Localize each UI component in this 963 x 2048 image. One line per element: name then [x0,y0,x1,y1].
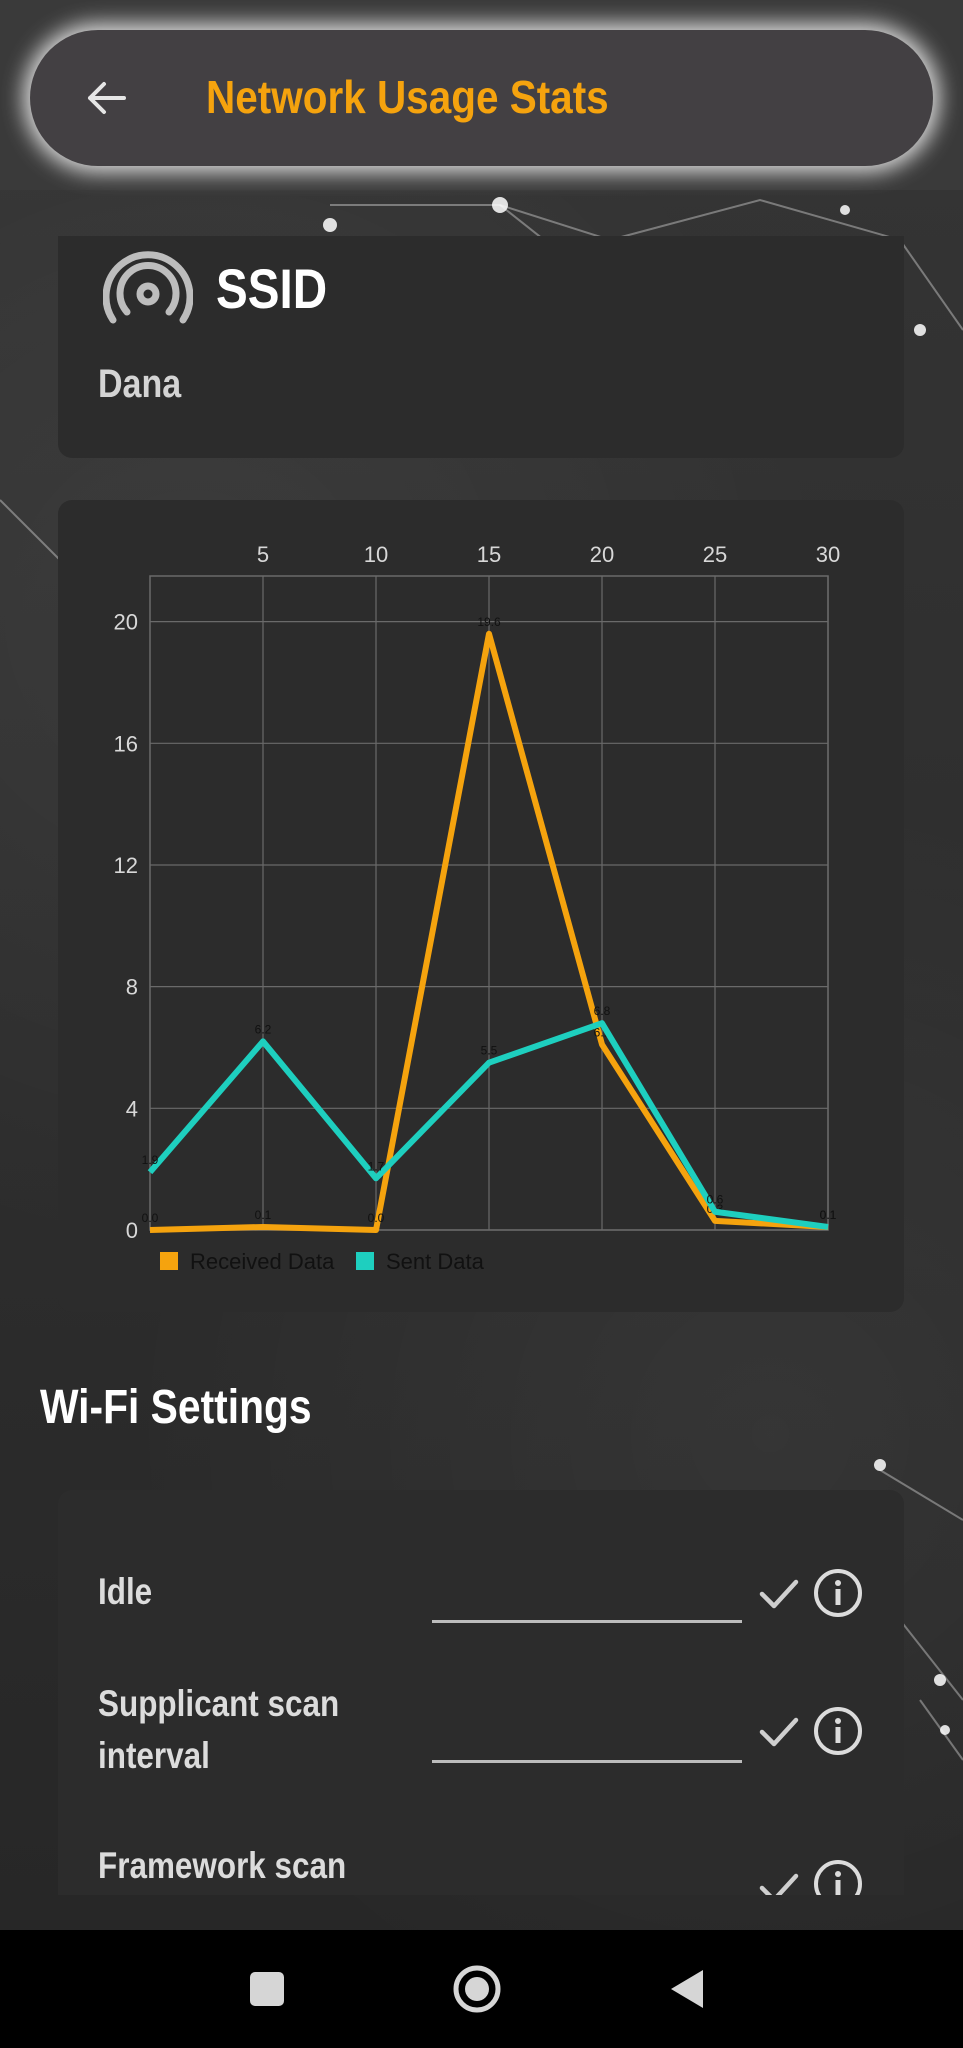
data-label: 0.0 [142,1211,159,1225]
back-nav-button[interactable] [652,1954,722,2024]
info-button[interactable] [810,1565,866,1621]
apply-button[interactable] [754,1706,804,1756]
y-tick-label: 20 [114,610,138,635]
x-tick-label: 5 [257,542,269,567]
supplicant-scan-input[interactable] [432,1718,742,1763]
usage-chart-card: 5 10 15 20 25 30 0 4 8 12 16 20 0.0 0.1 0.0 19.6 6.1 0.3 0… [58,500,904,1312]
info-button[interactable] [810,1703,866,1759]
setting-label: Idle [98,1571,153,1612]
ssid-card: SSID Dana [58,236,904,458]
ssid-heading: SSID [216,257,328,320]
app-bar-container: Network Usage Stats [0,0,963,190]
ssid-value: Dana [98,362,182,406]
wifi-signal-icon [103,251,193,324]
data-label: 0.1 [255,1208,272,1222]
triangle-back-icon [671,1970,703,2008]
page-title: Network Usage Stats [206,71,609,123]
x-tick-label: 15 [477,542,501,567]
data-label: 0.1 [820,1208,837,1222]
y-tick-label: 8 [126,975,138,1000]
wifi-settings-card: Idle Supplicant scan interval Framework … [58,1490,904,1895]
data-label: 1.9 [142,1153,159,1167]
setting-label: Supplicant scan interval [98,1683,340,1776]
data-label: 0.0 [368,1211,385,1225]
data-label: 0.6 [707,1193,724,1207]
check-icon [759,1873,799,1895]
data-label: 5.5 [481,1044,498,1058]
setting-label: Framework scan [98,1845,347,1886]
wifi-settings-heading: Wi-Fi Settings [40,1381,312,1434]
usage-line-chart: 5 10 15 20 25 300481216200.0 0.1 0.019.66.10.3 0… [114,542,841,1274]
data-label: 1.7 [368,1159,385,1173]
y-tick-label: 16 [114,731,138,756]
back-button[interactable] [66,58,146,138]
legend-label: Sent Data [386,1249,485,1274]
check-icon [759,1717,799,1747]
info-icon [814,1569,862,1617]
x-tick-label: 30 [816,542,840,567]
x-tick-label: 25 [703,542,727,567]
square-icon [250,1972,284,2006]
info-icon [814,1860,862,1895]
recents-button[interactable] [232,1954,302,2024]
system-nav-bar [0,1930,963,2048]
info-icon [814,1707,862,1755]
data-label: 19.6 [477,615,501,629]
y-tick-label: 0 [126,1218,138,1243]
apply-button[interactable] [754,1862,804,1895]
home-button[interactable] [442,1954,512,2024]
info-button[interactable] [810,1856,866,1895]
legend-swatch [356,1252,374,1270]
circle-icon [453,1965,501,2013]
y-tick-label: 12 [114,853,138,878]
data-label: 6.8 [594,1004,611,1018]
data-label: 6.2 [255,1022,272,1036]
check-icon [759,1579,799,1609]
y-tick-label: 4 [126,1096,138,1121]
x-tick-label: 20 [590,542,614,567]
legend-swatch [160,1252,178,1270]
x-tick-label: 10 [364,542,388,567]
app-bar: Network Usage Stats [30,30,933,166]
idle-input[interactable] [432,1578,742,1623]
legend-label: Received Data [190,1249,335,1274]
arrow-left-icon [88,82,126,114]
apply-button[interactable] [754,1568,804,1618]
